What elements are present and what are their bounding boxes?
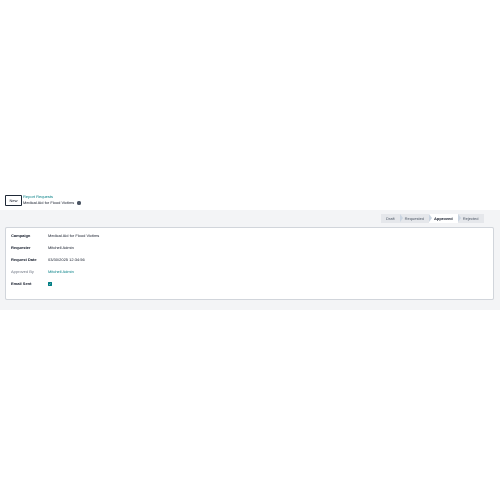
status-step-approved[interactable]: Approved bbox=[429, 214, 461, 223]
campaign-field[interactable]: Medical Aid for Flood Victims bbox=[48, 232, 99, 240]
request-date-label: Request Date bbox=[11, 257, 37, 262]
statusbar: Draft Requested Approved Rejected bbox=[381, 214, 484, 223]
status-step-draft[interactable]: Draft bbox=[381, 214, 403, 223]
requester-label: Requester bbox=[11, 245, 31, 250]
email-sent-label: Email Sent bbox=[11, 281, 32, 286]
request-date-field[interactable]: 03/30/2025 12:34:56 bbox=[48, 256, 85, 264]
breadcrumb-current-label: Medical Aid for Flood Victims bbox=[23, 200, 75, 205]
breadcrumb-current: Medical Aid for Flood Victims bbox=[23, 200, 223, 206]
campaign-label: Campaign bbox=[11, 233, 31, 238]
requester-field[interactable]: Mitchell Admin bbox=[48, 244, 74, 252]
status-step-rejected[interactable]: Rejected bbox=[458, 214, 484, 223]
form-sheet: Campaign Medical Aid for Flood Victims R… bbox=[5, 227, 494, 300]
status-step-requested[interactable]: Requested bbox=[400, 214, 433, 223]
info-icon[interactable] bbox=[77, 201, 81, 205]
control-panel: New Report Requests Medical Aid for Floo… bbox=[0, 192, 500, 211]
approved-by-label: Approved By bbox=[11, 269, 34, 274]
email-sent-checkbox[interactable]: ✓ bbox=[48, 282, 52, 286]
form-view: Draft Requested Approved Rejected Campai… bbox=[0, 210, 500, 310]
check-icon: ✓ bbox=[48, 282, 52, 286]
new-button[interactable]: New bbox=[5, 195, 22, 206]
breadcrumb: Report Requests Medical Aid for Flood Vi… bbox=[23, 194, 223, 206]
approved-by-field[interactable]: Mitchell Admin bbox=[48, 268, 74, 276]
